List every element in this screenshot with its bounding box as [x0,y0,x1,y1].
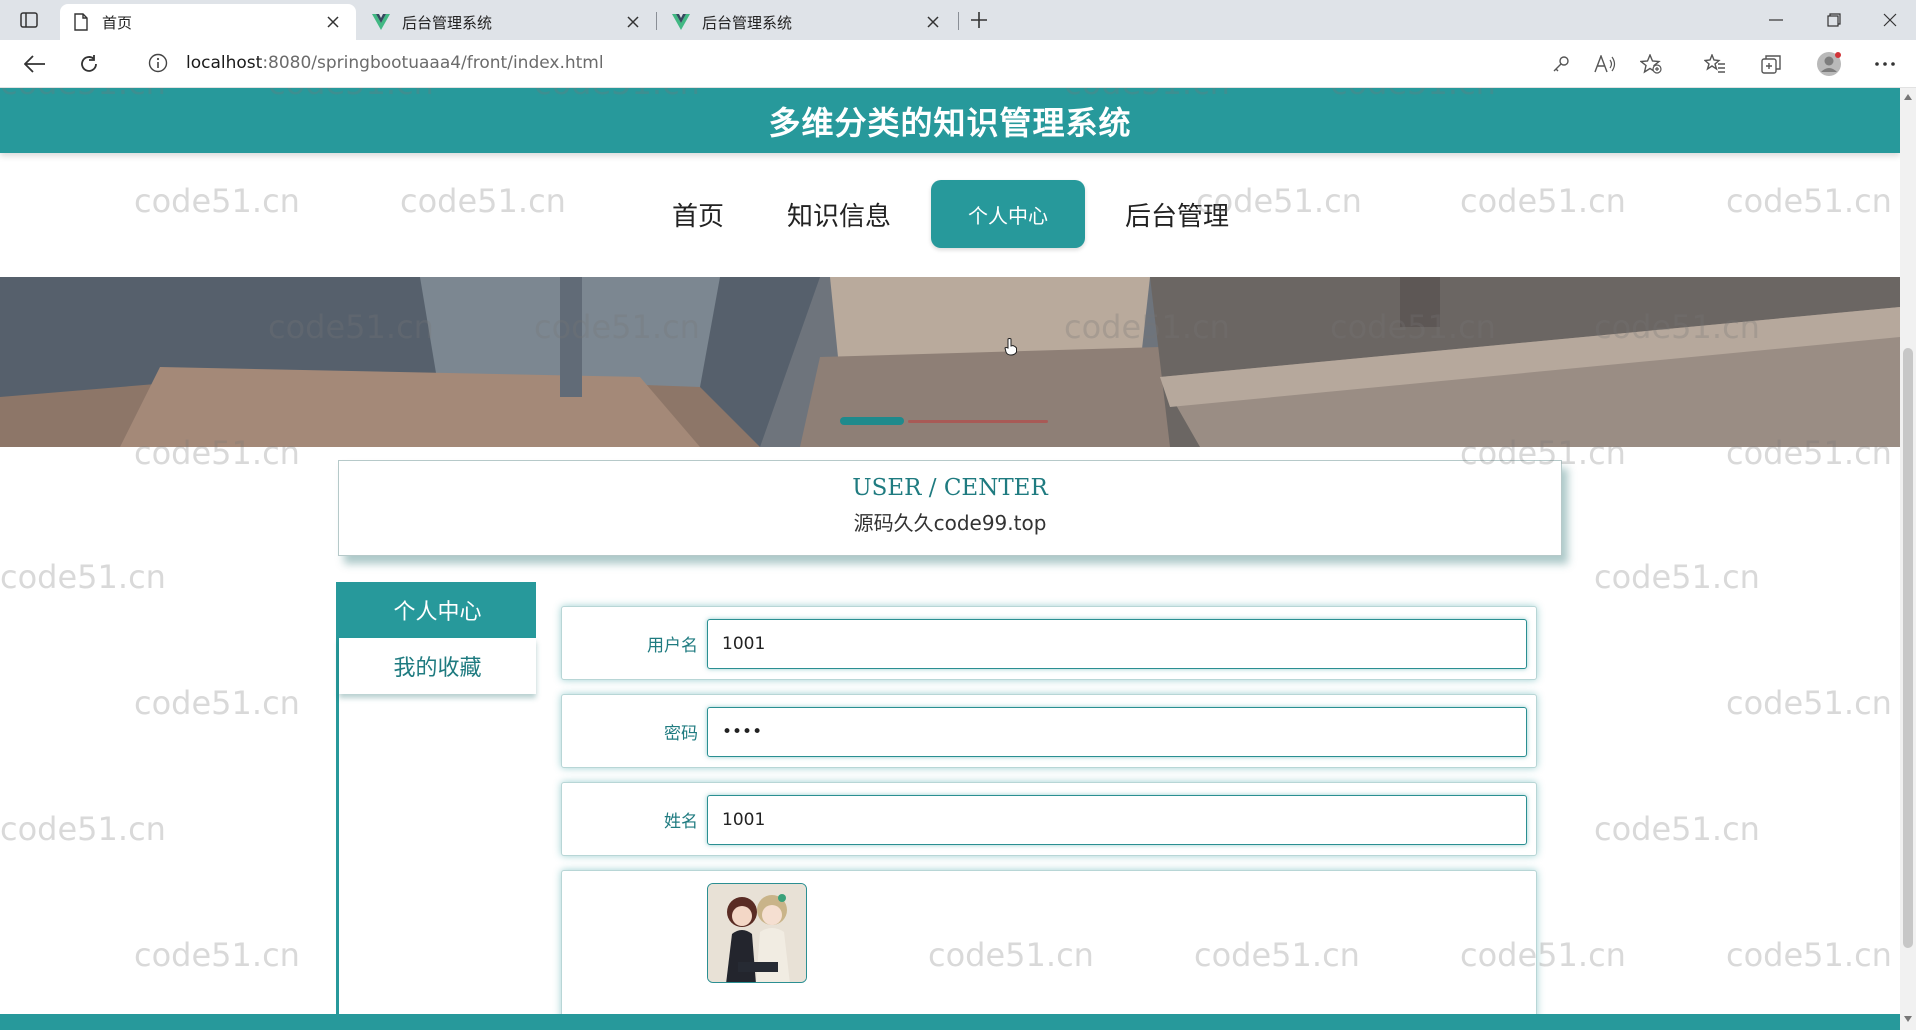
url-host: localhost [186,53,263,73]
side-item-user-center[interactable]: 个人中心 [339,582,536,638]
address-bar[interactable]: localhost:8080/springbootuaaa4/front/ind… [136,44,1676,82]
tab-title: 后台管理系统 [402,13,493,32]
nav-user-center[interactable]: 个人中心 [931,180,1085,248]
tab-title: 首页 [102,13,133,32]
vue-logo-icon [672,13,690,31]
close-window-icon[interactable] [1870,6,1910,34]
footer-bar [0,1014,1900,1030]
side-item-favorites[interactable]: 我的收藏 [339,638,536,694]
banner-carousel[interactable] [0,277,1900,447]
side-menu: 个人中心 我的收藏 [336,582,536,1022]
profile-avatar-icon[interactable] [1814,50,1844,78]
tab-actions-icon[interactable] [14,8,44,32]
watermark: code51.cn [1594,558,1760,596]
add-favorite-icon[interactable] [1636,50,1666,78]
scrollbar-thumb[interactable] [1903,348,1913,948]
password-input[interactable]: •••• [707,707,1527,757]
form-row-name: 姓名 1001 [561,782,1537,856]
carousel-indicator[interactable] [908,420,1048,423]
close-icon[interactable] [624,13,642,31]
browser-tab-admin-2[interactable]: 后台管理系统 [660,4,956,40]
browser-tab-home[interactable]: 首页 [60,4,356,40]
url-path: :8080/springbootuaaa4/front/index.html [262,53,604,73]
watermark: code51.cn [1726,684,1892,722]
form-row-avatar [561,870,1537,1030]
minimize-icon[interactable] [1756,6,1796,34]
site-title: 多维分类的知识管理系统 [768,103,1132,142]
carousel-indicator-active[interactable] [840,417,904,425]
nav-admin[interactable]: 后台管理 [1122,180,1232,248]
watermark: code51.cn [0,810,166,848]
watermark: code51.cn [1594,810,1760,848]
password-label: 密码 [664,723,698,744]
tab-separator [656,12,657,30]
more-icon[interactable] [1870,50,1900,78]
tab-title: 后台管理系统 [702,13,793,32]
username-label: 用户名 [647,635,698,656]
form-row-username: 用户名 1001 [561,606,1537,680]
username-input[interactable]: 1001 [707,619,1527,669]
key-icon[interactable] [1546,50,1576,78]
main-nav: 首页 知识信息 个人中心 后台管理 [0,180,1900,248]
page-icon [72,13,90,31]
watermark: code51.cn [134,936,300,974]
name-input[interactable]: 1001 [707,795,1527,845]
nav-knowledge[interactable]: 知识信息 [776,180,902,248]
form-row-password: 密码 •••• [561,694,1537,768]
site-header: 多维分类的知识管理系统 [0,88,1900,153]
new-tab-icon[interactable] [966,7,992,33]
title-cn: 源码久久code99.top [853,511,1047,535]
read-aloud-icon[interactable] [1590,50,1620,78]
vue-logo-icon [372,13,390,31]
close-icon[interactable] [324,13,342,31]
tab-separator [958,12,959,30]
close-icon[interactable] [924,13,942,31]
watermark: code51.cn [1726,936,1892,974]
title-en: USER / CENTER [852,475,1048,501]
watermark: code51.cn [0,558,166,596]
scroll-up-icon[interactable] [1904,94,1912,100]
refresh-icon[interactable] [74,50,104,78]
nav-home[interactable]: 首页 [664,180,732,248]
watermark: code51.cn [134,684,300,722]
browser-tab-admin-1[interactable]: 后台管理系统 [360,4,656,40]
hand-cursor-icon [1004,338,1018,356]
page-scrollbar[interactable] [1900,88,1916,1030]
scroll-down-icon[interactable] [1904,1016,1912,1022]
avatar-illustration [708,884,806,982]
browser-tab-bar: 首页 后台管理系统 后台管理系统 [0,0,1916,40]
restore-icon[interactable] [1814,6,1854,34]
info-icon[interactable] [146,51,170,75]
avatar-image[interactable] [707,883,807,983]
collections-icon[interactable] [1756,50,1786,78]
user-center-title-card: USER / CENTER 源码久久code99.top [338,460,1562,556]
favorites-icon[interactable] [1700,50,1730,78]
page-viewport: 多维分类的知识管理系统 首页 知识信息 个人中心 后台管理 USER / CEN… [0,88,1900,1030]
browser-toolbar: localhost:8080/springbootuaaa4/front/ind… [0,40,1916,88]
name-label: 姓名 [664,811,698,832]
back-icon[interactable] [20,50,50,78]
